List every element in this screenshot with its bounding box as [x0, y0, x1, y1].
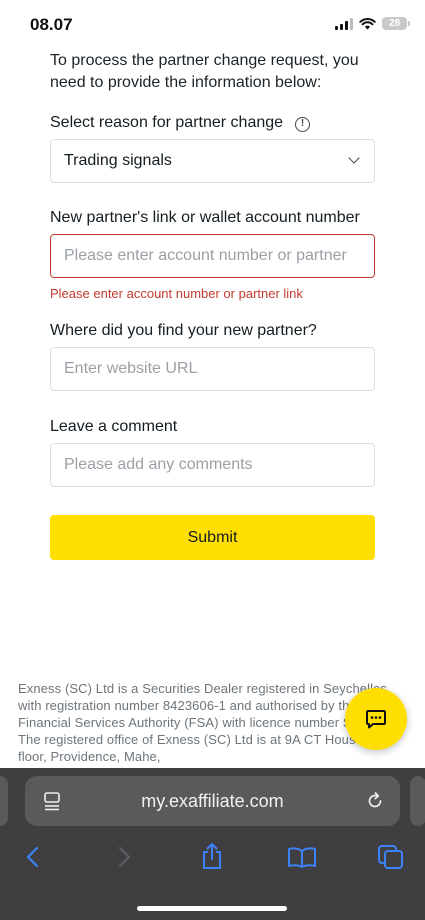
status-time: 08.07	[30, 15, 73, 34]
partner-input[interactable]: Please enter account number or partner	[50, 234, 375, 278]
forward-icon[interactable]	[116, 846, 132, 868]
back-icon[interactable]	[25, 846, 41, 868]
reason-select-value: Trading signals	[64, 152, 172, 169]
home-indicator	[137, 906, 287, 911]
partner-input-placeholder: Please enter account number or partner	[64, 247, 347, 264]
comment-input[interactable]: Please add any comments	[50, 443, 375, 487]
partner-label: New partner's link or wallet account num…	[50, 209, 360, 226]
reload-icon[interactable]	[364, 790, 386, 812]
wifi-icon	[359, 17, 376, 30]
address-bar[interactable]: my.exaffiliate.com	[25, 776, 400, 826]
url-text: my.exaffiliate.com	[141, 791, 284, 811]
comment-input-placeholder: Please add any comments	[64, 456, 253, 473]
reason-label: Select reason for partner change!	[50, 114, 311, 132]
browser-chrome: my.exaffiliate.com	[0, 768, 425, 920]
info-icon[interactable]: !	[295, 117, 311, 132]
status-icons: 28	[335, 17, 410, 30]
submit-button[interactable]: Submit	[50, 515, 375, 560]
bookmarks-icon[interactable]	[287, 846, 317, 868]
website-url-input[interactable]: Enter website URL	[50, 347, 375, 391]
reason-label-text: Select reason for partner change	[50, 114, 284, 131]
partner-error-message: Please enter account number or partner l…	[50, 286, 303, 301]
tabs-icon[interactable]	[377, 844, 405, 870]
legal-disclaimer: Exness (SC) Ltd is a Securities Dealer r…	[18, 681, 393, 764]
intro-text: To process the partner change request, y…	[50, 52, 359, 91]
share-icon[interactable]	[199, 842, 225, 870]
chat-icon	[366, 710, 386, 729]
next-tab-preview[interactable]	[410, 776, 425, 826]
status-bar: 08.07 28	[0, 0, 425, 46]
find-label: Where did you find your new partner?	[50, 322, 317, 339]
cellular-signal-icon	[335, 17, 353, 30]
battery-icon: 28	[382, 17, 410, 30]
previous-tab-preview[interactable]	[0, 776, 8, 826]
comment-label: Leave a comment	[50, 418, 178, 435]
website-url-placeholder: Enter website URL	[64, 360, 198, 377]
reason-select[interactable]: Trading signals	[50, 139, 375, 183]
chat-button[interactable]	[345, 688, 407, 750]
chevron-down-icon	[348, 152, 360, 164]
